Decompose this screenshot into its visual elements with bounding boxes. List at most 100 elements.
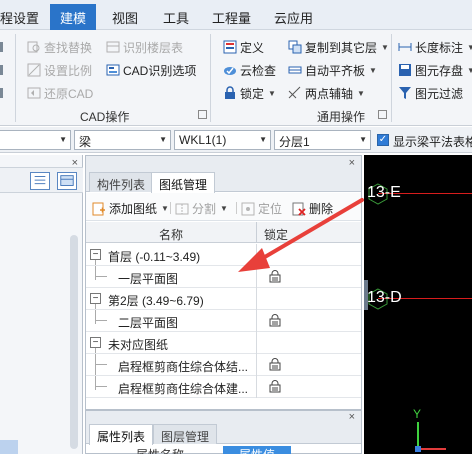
add-drawing-icon [92, 202, 105, 215]
delete-button[interactable]: 删除 [292, 200, 333, 217]
length-dimension-icon [398, 40, 412, 54]
chevron-down-icon: ▼ [357, 88, 365, 98]
collapse-icon[interactable]: − [90, 249, 101, 260]
panel-titlebar [86, 156, 361, 170]
copy-to-other-layer-button[interactable]: 复制到其它层 ▼ [288, 38, 389, 56]
lock-icon [223, 86, 237, 100]
lock-icon[interactable] [269, 270, 281, 283]
cad-options-button[interactable]: CAD识别选项 [106, 61, 196, 79]
drawings-table-header: 名称 锁定 [86, 222, 361, 243]
floor-table-icon [106, 40, 120, 54]
menu-bar: 程设置 建模 视图 工具 工程量 云应用 [0, 0, 472, 30]
menu-item-quantities[interactable]: 工程量 [212, 8, 251, 27]
lock-icon[interactable] [269, 380, 281, 393]
lock-label: 锁定 [240, 86, 265, 101]
left-panel-toolbar [0, 167, 83, 193]
menu-item-tools[interactable]: 工具 [163, 8, 189, 27]
tree-row-drawing[interactable]: 启程框剪商住综合体结... [86, 354, 361, 376]
chevron-down-icon: ▼ [359, 135, 367, 144]
two-point-axis-button[interactable]: 两点辅轴 ▼ [288, 84, 365, 102]
tree-row-label: 启程框剪商住综合体结... [118, 360, 249, 374]
column-header-lock: 锁定 [264, 228, 289, 242]
type-select-value: 梁 [79, 135, 92, 149]
split-icon [175, 203, 189, 214]
chevron-down-icon: ▼ [467, 65, 472, 75]
column-divider [256, 222, 257, 243]
axis-label-13e: 13-E [367, 184, 401, 201]
show-flat-table-label: 显示梁平法表格 [393, 135, 472, 149]
selector-bar: ▼ 梁 ▼ WKL1(1) ▼ 分层1 ▼ ✓ 显示梁平法表格 [0, 127, 472, 153]
menu-item-modeling[interactable]: 建模 [50, 4, 97, 30]
identify-floor-table-label: 识别楼层表 [123, 40, 184, 55]
split-button[interactable]: 分割 ▼ [175, 200, 228, 217]
column-divider [256, 266, 257, 288]
identify-floor-table-button[interactable]: 识别楼层表 [106, 38, 183, 56]
component-select[interactable]: WKL1(1) ▼ [174, 130, 271, 150]
tab-layer-management[interactable]: 图层管理 [153, 424, 218, 444]
collapse-icon[interactable]: − [90, 293, 101, 304]
tree-row-drawing[interactable]: 二层平面图 [86, 310, 361, 332]
tree-row-drawing[interactable]: 一层平面图 [86, 266, 361, 288]
tree-row-floor-1[interactable]: − 首层 (-0.11~3.49) [86, 244, 361, 266]
find-replace-label: 查找替换 [44, 40, 93, 55]
cloud-check-button[interactable]: 云检查 [223, 61, 276, 79]
auto-align-slab-label: 自动平齐板 [305, 63, 366, 78]
collapse-icon[interactable]: − [90, 337, 101, 348]
auto-align-slab-button[interactable]: 自动平齐板 ▼ [288, 61, 377, 79]
cloud-check-label: 云检查 [240, 63, 277, 78]
lock-button[interactable]: 锁定 ▼ [223, 84, 276, 102]
restore-cad-button[interactable]: 还原CAD [27, 84, 93, 102]
layer-select[interactable]: 分层1 ▼ [274, 130, 371, 150]
lock-icon[interactable] [269, 314, 281, 327]
tab-component-list[interactable]: 构件列表 [89, 172, 154, 192]
close-icon[interactable]: × [349, 157, 355, 169]
tree-row-floor-2[interactable]: − 第2层 (3.49~6.79) [86, 288, 361, 310]
column-divider [256, 376, 257, 398]
lock-icon[interactable] [269, 358, 281, 371]
locate-button[interactable]: 定位 [241, 200, 282, 217]
column-header-name: 名称 [159, 228, 184, 242]
ucs-axis-icon [415, 422, 446, 452]
scale-icon [27, 63, 41, 77]
floor-select[interactable]: ▼ [0, 130, 71, 150]
type-select[interactable]: 梁 ▼ [74, 130, 171, 150]
drawings-panel: × 构件列表 图纸管理 添加图纸 ▼ 分割 ▼ 定位 删除 名称 锁定 − 首层… [85, 155, 362, 410]
cad-group-launcher[interactable] [198, 110, 207, 119]
drawing-canvas[interactable]: 13-E 13-D Y [364, 155, 472, 454]
length-dimension-button[interactable]: 长度标注 ▼ [398, 38, 472, 56]
element-filter-button[interactable]: 图元过滤 [398, 84, 463, 102]
define-button[interactable]: 定义 [223, 38, 264, 56]
element-save-button[interactable]: 图元存盘 ▼ [398, 61, 472, 79]
find-replace-button[interactable]: 查找替换 [27, 38, 92, 56]
menu-item-cloud[interactable]: 云应用 [274, 8, 313, 27]
chevron-down-icon: ▼ [268, 88, 276, 98]
table-view-button[interactable] [57, 172, 77, 190]
locate-icon [241, 202, 255, 215]
menu-item-view[interactable]: 视图 [112, 8, 138, 27]
copy-to-other-layer-label: 复制到其它层 [305, 40, 378, 55]
show-flat-table-checkbox[interactable]: ✓ [377, 134, 389, 146]
find-replace-icon [27, 40, 41, 54]
list-view-button[interactable] [30, 172, 50, 190]
tree-row-unmatched[interactable]: − 未对应图纸 [86, 332, 361, 354]
define-label: 定义 [240, 40, 265, 55]
add-drawing-button[interactable]: 添加图纸 ▼ [92, 200, 169, 217]
cloud-check-icon [223, 63, 237, 77]
locate-label: 定位 [258, 202, 283, 216]
two-point-axis-icon [288, 86, 302, 100]
cad-group-label: CAD操作 [80, 110, 130, 124]
filter-icon [398, 86, 412, 100]
delete-icon [292, 202, 306, 216]
common-group-launcher[interactable] [378, 110, 387, 119]
left-panel-scrollbar[interactable] [70, 235, 78, 449]
tree-row-drawing[interactable]: 启程框剪商住综合体建... [86, 376, 361, 398]
menu-item-project-settings[interactable]: 程设置 [0, 8, 39, 27]
column-divider [256, 310, 257, 332]
tree-row-label: 启程框剪商住综合体建... [118, 382, 249, 396]
column-divider [256, 354, 257, 376]
tab-properties[interactable]: 属性列表 [89, 424, 154, 445]
ribbon: 查找替换 识别楼层表 设置比例 CAD识别选项 还原CAD CAD操作 定义 复… [0, 30, 472, 126]
set-scale-button[interactable]: 设置比例 [27, 61, 92, 79]
chevron-down-icon: ▼ [369, 65, 377, 75]
tab-drawing-management[interactable]: 图纸管理 [151, 172, 216, 193]
